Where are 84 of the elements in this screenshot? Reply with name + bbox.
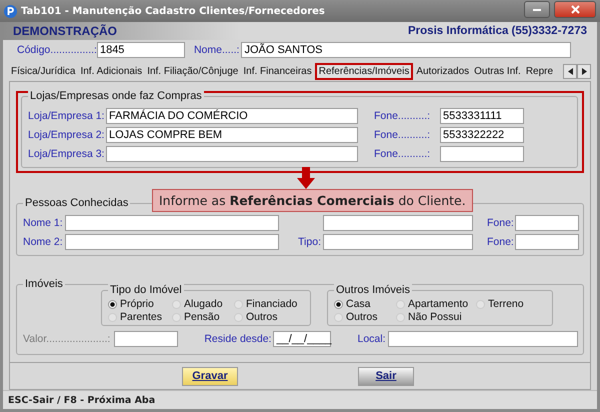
radio-option[interactable]: Alugado xyxy=(172,298,234,310)
radio-option[interactable]: Outros xyxy=(234,311,304,323)
radio-option[interactable]: Outros xyxy=(334,311,396,323)
group-title: Tipo do Imóvel xyxy=(108,284,184,296)
name-label: Nome.....: xyxy=(194,44,240,56)
tab[interactable]: Física/Jurídica xyxy=(9,64,78,78)
group-title: Pessoas Conhecidas xyxy=(23,197,130,209)
radio-option[interactable]: Casa xyxy=(334,298,396,310)
radio-button[interactable] xyxy=(172,300,181,308)
radio-button[interactable] xyxy=(234,300,243,308)
radio-button[interactable] xyxy=(234,312,243,322)
store-field[interactable] xyxy=(106,146,358,162)
value-field[interactable] xyxy=(114,331,178,347)
radio-option[interactable]: Não Possui xyxy=(396,311,476,323)
name-label: Nome 2: xyxy=(23,236,63,248)
radio-option[interactable]: Próprio xyxy=(108,298,172,310)
tab[interactable]: Repre xyxy=(524,64,556,78)
tab[interactable]: Outras Inf. xyxy=(472,64,523,78)
phone-field[interactable] xyxy=(515,234,579,250)
name-field[interactable]: JOÃO SANTOS xyxy=(241,42,572,58)
tab[interactable]: Inf. Financeiras xyxy=(241,64,314,78)
phone-field[interactable] xyxy=(440,146,524,162)
phone-label: Fone..........: xyxy=(374,128,432,140)
phone-label: Fone: xyxy=(487,236,513,248)
radio-button[interactable] xyxy=(396,300,405,308)
status-text: ESC-Sair / F8 - Próxima Aba xyxy=(8,394,156,406)
value-label: Valor.....................: xyxy=(23,333,110,345)
radio-button[interactable] xyxy=(334,300,343,308)
name-field[interactable] xyxy=(65,214,279,230)
window-title: Tab101 - Manutenção Cadastro Clientes/Fornecedores xyxy=(21,6,325,16)
close-icon xyxy=(570,4,580,14)
phone-label: Fone..........: xyxy=(374,148,432,160)
group-title: Outros Imóveis xyxy=(334,284,412,296)
radio-option[interactable]: Pensão xyxy=(172,311,234,323)
close-button[interactable] xyxy=(554,0,596,18)
type-label: Tipo: xyxy=(297,236,321,248)
radio-button[interactable] xyxy=(334,312,343,322)
type-field[interactable] xyxy=(323,214,473,230)
group-title: Lojas/Empresas onde faz Compras xyxy=(28,90,204,102)
phone-field[interactable]: 5533322222 xyxy=(440,126,524,142)
phone-field[interactable]: 5533331111 xyxy=(440,108,524,124)
name-label: Nome 1: xyxy=(23,216,63,228)
store-label: Loja/Empresa 1: xyxy=(28,110,104,122)
local-field[interactable] xyxy=(388,331,578,347)
radio-option[interactable]: Terreno xyxy=(476,298,546,310)
code-label: Código...............: xyxy=(17,44,97,56)
local-label: Local: xyxy=(357,333,386,345)
phone-field[interactable] xyxy=(515,214,579,230)
save-button[interactable]: Gravar xyxy=(182,366,238,386)
code-field[interactable]: 1845 xyxy=(96,42,185,58)
store-field[interactable]: FARMÁCIA DO COMÉRCIO xyxy=(106,108,358,124)
radio-button[interactable] xyxy=(108,300,117,308)
radio-option[interactable]: Financiado xyxy=(234,298,304,310)
tab[interactable]: Referências/Imóveis xyxy=(314,62,414,80)
date-field[interactable]: __/__/____ xyxy=(273,331,332,347)
phone-label: Fone..........: xyxy=(374,110,432,122)
tooltip: Informe as Referências Comerciais do Cliente. xyxy=(152,189,473,212)
vendor-contact: Prosis Informática (55)3332-7273 xyxy=(408,25,587,37)
radio-option[interactable]: Parentes xyxy=(108,311,172,323)
p-logo-icon xyxy=(4,4,17,18)
right-arrow-icon xyxy=(582,68,586,74)
group-title: Imóveis xyxy=(23,278,65,290)
store-field[interactable]: LOJAS COMPRE BEM xyxy=(106,126,358,142)
store-label: Loja/Empresa 2: xyxy=(28,128,104,140)
radio-button[interactable] xyxy=(396,312,405,322)
exit-button[interactable]: Sair xyxy=(358,366,414,386)
tab[interactable]: Inf. Adicionais xyxy=(78,64,144,78)
radio-button[interactable] xyxy=(108,312,117,322)
tab[interactable]: Autorizados xyxy=(414,64,472,78)
tab[interactable]: Inf. Filiação/Cônjuge xyxy=(145,64,240,78)
scroll-left-button[interactable] xyxy=(563,64,577,78)
radio-option[interactable]: Apartamento xyxy=(396,298,476,310)
since-label: Reside desde: xyxy=(204,333,272,345)
radio-button[interactable] xyxy=(476,300,485,308)
name-field[interactable] xyxy=(65,234,279,250)
minimize-button[interactable] xyxy=(524,0,550,18)
type-field[interactable] xyxy=(323,234,473,250)
left-arrow-icon xyxy=(568,68,572,74)
minimize-icon xyxy=(533,8,541,10)
radio-button[interactable] xyxy=(172,312,181,322)
company-name: DEMONSTRAÇÃO xyxy=(13,24,117,38)
store-label: Loja/Empresa 3: xyxy=(28,148,104,160)
scroll-right-button[interactable] xyxy=(577,64,591,78)
phone-label: Fone: xyxy=(487,216,513,228)
